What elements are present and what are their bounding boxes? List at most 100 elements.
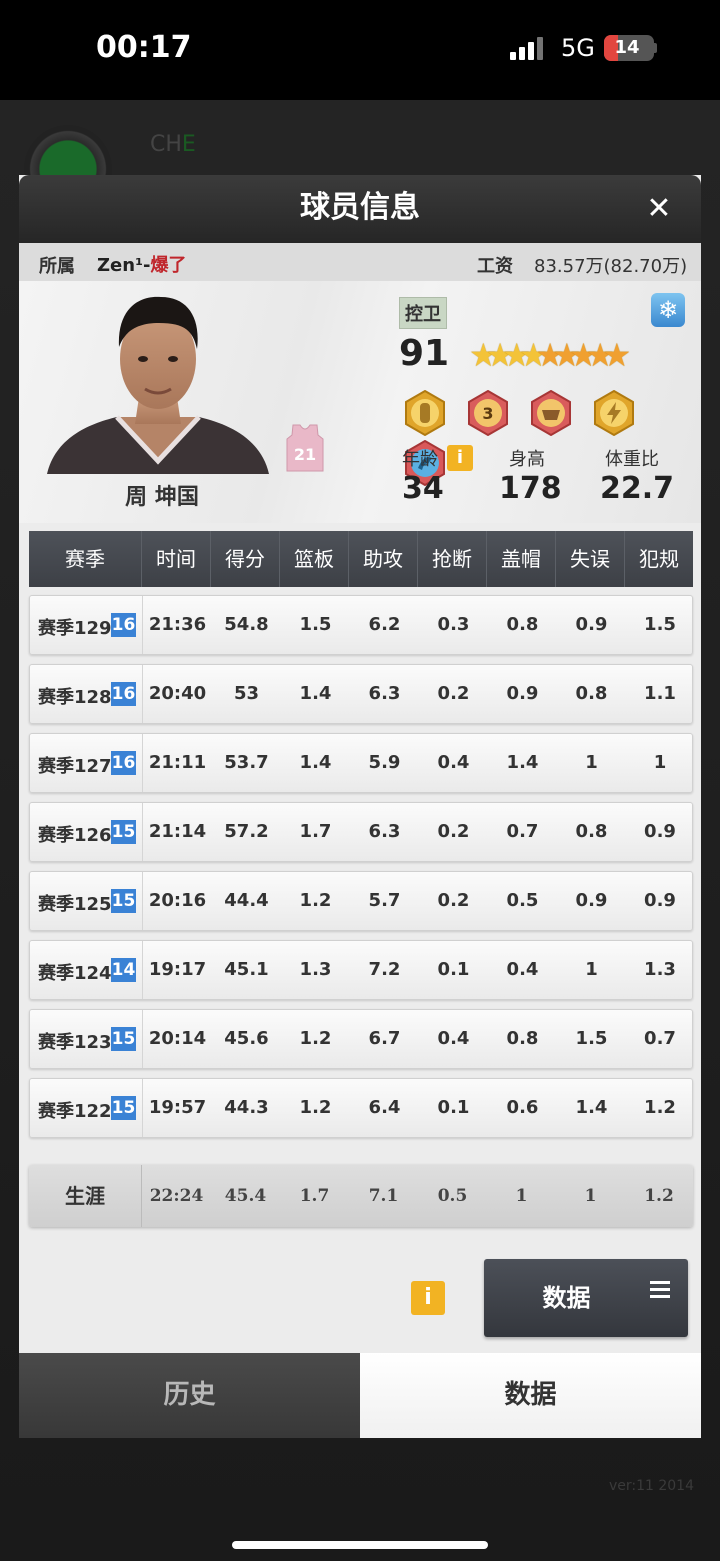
- table-cell: 44.3: [224, 1097, 269, 1118]
- season-cell: 赛季129 16: [30, 596, 143, 654]
- age-info-icon[interactable]: i: [447, 445, 473, 471]
- tab-history[interactable]: 历史: [19, 1353, 360, 1438]
- table-cell: 20:16: [148, 890, 207, 911]
- table-cell: 1.5: [644, 614, 676, 635]
- table-cell: 1.2: [299, 1097, 332, 1118]
- bmi-label: 体重比: [605, 449, 659, 470]
- table-cell: 6.3: [368, 683, 401, 704]
- career-cell: 1: [584, 1186, 597, 1206]
- season-cell: 赛季124 14: [30, 941, 143, 999]
- home-indicator[interactable]: [232, 1541, 488, 1549]
- speed-badge-icon[interactable]: [591, 389, 637, 437]
- season-cell: 赛季125 15: [30, 872, 143, 930]
- table-cell: 0.9: [506, 683, 539, 704]
- season-cell: 赛季126 15: [30, 803, 143, 861]
- table-cell: 44.4: [224, 890, 269, 911]
- season-label: 赛季126: [38, 825, 112, 846]
- player-profile: 周 坤国 21 控卫 ❄ 91 ★★★★★★★★★ 3 年龄 i 34 身高 1…: [19, 281, 701, 523]
- table-header-cell: 失误: [556, 531, 625, 587]
- player-name: 周 坤国: [125, 485, 199, 510]
- season-level-badge: 15: [111, 820, 136, 844]
- table-cell: 0.9: [575, 614, 608, 635]
- table-cell: 0.3: [437, 614, 470, 635]
- table-cell: 0.6: [506, 1097, 539, 1118]
- table-header-cell: 时间: [142, 531, 211, 587]
- table-row[interactable]: 赛季123 15 20:14 45.6 1.2 6.7 0.4 0.8 1.5 0.7: [29, 1009, 693, 1069]
- team-prefix: Zen¹-: [97, 255, 151, 276]
- three-point-badge-icon[interactable]: 3: [465, 389, 511, 437]
- menu-icon: [650, 1281, 670, 1299]
- screen: 00:17 5G 14 СНE ver:11 2014 球员信息 ✕ 所属 Ze…: [0, 0, 720, 1561]
- position-tag: 控卫: [399, 297, 447, 329]
- table-cell: 5.7: [368, 890, 401, 911]
- career-cell: 45.4: [224, 1186, 267, 1206]
- table-row[interactable]: 赛季125 15 20:16 44.4 1.2 5.7 0.2 0.5 0.9 0.9: [29, 871, 693, 931]
- defense-badge-icon[interactable]: [402, 389, 448, 437]
- season-level-badge: 15: [111, 1096, 136, 1120]
- career-cell: 1.2: [644, 1186, 674, 1206]
- table-cell: 20:14: [148, 1028, 207, 1049]
- table-cell: 0.2: [437, 890, 470, 911]
- table-cell: 19:17: [148, 959, 207, 980]
- season-stats-table: 赛季 时间 得分 篮板 助攻 抢断 盖帽 失误 犯规 赛季129 16 21:36 54.8 1.5 6.…: [19, 523, 701, 1241]
- table-cell: 1.1: [644, 683, 676, 704]
- close-button[interactable]: ✕: [639, 189, 679, 229]
- table-cell: 0.2: [437, 821, 470, 842]
- table-cell: 0.4: [437, 752, 470, 773]
- table-row[interactable]: 赛季122 15 19:57 44.3 1.2 6.4 0.1 0.6 1.4 1.2: [29, 1078, 693, 1138]
- season-level-badge: 16: [111, 751, 136, 775]
- data-dropdown-button[interactable]: 数据: [484, 1259, 688, 1337]
- table-header-cell: 赛季: [29, 531, 142, 587]
- career-cell: 7.1: [368, 1186, 399, 1206]
- season-level-badge: 16: [111, 613, 136, 637]
- table-row[interactable]: 赛季127 16 21:11 53.7 1.4 5.9 0.4 1.4 1 1: [29, 733, 693, 793]
- season-label: 赛季123: [38, 1032, 112, 1053]
- snowflake-icon[interactable]: ❄: [651, 293, 685, 327]
- table-cell: 1.2: [299, 1028, 332, 1049]
- affiliation-label: 所属: [39, 256, 75, 277]
- age-label: 年龄: [402, 449, 438, 470]
- table-cell: 45.6: [224, 1028, 269, 1049]
- season-label: 赛季127: [38, 756, 112, 777]
- table-row[interactable]: 赛季124 14 19:17 45.1 1.3 7.2 0.1 0.4 1 1.3: [29, 940, 693, 1000]
- season-cell: 赛季128 16: [30, 665, 143, 723]
- table-cell: 0.1: [437, 959, 470, 980]
- table-cell: 19:57: [148, 1097, 207, 1118]
- season-label: 赛季125: [38, 894, 112, 915]
- table-header-cell: 盖帽: [487, 531, 556, 587]
- skill-badges: 3: [402, 389, 701, 487]
- season-label: 赛季128: [38, 687, 112, 708]
- table-cell: 6.2: [368, 614, 401, 635]
- season-label: 赛季129: [38, 618, 112, 639]
- table-cell: 0.9: [644, 821, 676, 842]
- background-title: СНE: [150, 132, 196, 157]
- height-label: 身高: [509, 449, 545, 470]
- season-label: 赛季122: [38, 1101, 112, 1122]
- table-cell: 0.4: [437, 1028, 470, 1049]
- table-cell: 0.7: [506, 821, 539, 842]
- bottom-tabs: 历史 数据: [19, 1353, 701, 1438]
- table-cell: 6.3: [368, 821, 401, 842]
- table-header-cell: 得分: [211, 531, 280, 587]
- strength-badge-icon[interactable]: [528, 389, 574, 437]
- table-cell: 0.5: [506, 890, 539, 911]
- table-header: 赛季 时间 得分 篮板 助攻 抢断 盖帽 失误 犯规: [29, 531, 693, 587]
- season-level-badge: 15: [111, 889, 136, 913]
- table-cell: 1.5: [575, 1028, 608, 1049]
- star-rating: ★★★★★★★★★: [469, 336, 631, 374]
- network-type: 5G: [561, 34, 595, 62]
- info-button[interactable]: i: [411, 1281, 445, 1315]
- tab-data[interactable]: 数据: [360, 1353, 701, 1438]
- table-cell: 20:40: [148, 683, 207, 704]
- table-cell: 0.4: [506, 959, 539, 980]
- age-value: 34: [402, 471, 444, 506]
- table-cell: 0.8: [506, 614, 539, 635]
- table-row[interactable]: 赛季129 16 21:36 54.8 1.5 6.2 0.3 0.8 0.9 1.5: [29, 595, 693, 655]
- battery-level: 14: [614, 37, 640, 58]
- career-cell: 1: [515, 1186, 528, 1206]
- table-row[interactable]: 赛季128 16 20:40 53 1.4 6.3 0.2 0.9 0.8 1.1: [29, 664, 693, 724]
- svg-text:21: 21: [294, 445, 316, 464]
- version-label: ver:11 2014: [608, 1478, 694, 1494]
- table-row[interactable]: 赛季126 15 21:14 57.2 1.7 6.3 0.2 0.7 0.8 0.9: [29, 802, 693, 862]
- season-cell: 赛季123 15: [30, 1010, 143, 1068]
